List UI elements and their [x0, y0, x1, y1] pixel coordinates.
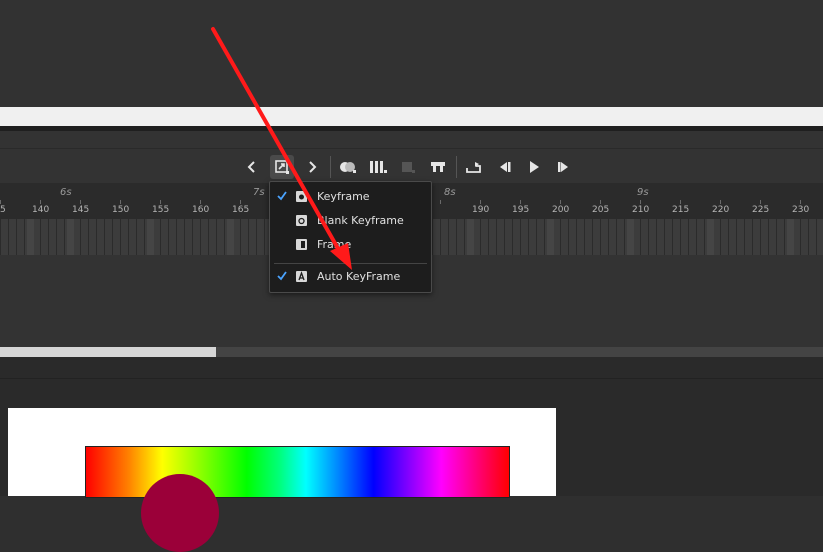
disabled-tool-button[interactable]	[396, 155, 420, 179]
keyframe-cell[interactable]	[227, 219, 234, 255]
menu-item-label: Auto KeyFrame	[317, 270, 401, 283]
ruler-frame-number: 5	[0, 205, 6, 215]
multiple-frames-icon	[370, 161, 387, 173]
step-forward-button[interactable]	[552, 155, 576, 179]
onion-skin-button[interactable]	[336, 155, 360, 179]
keyframe-icon	[296, 191, 307, 202]
ruler-tick	[80, 200, 81, 204]
ruler-frame-number: 145	[72, 205, 90, 215]
loop-button[interactable]	[462, 155, 486, 179]
center-frame-icon	[431, 162, 445, 172]
chevron-left-icon	[247, 161, 255, 173]
play-button[interactable]	[522, 155, 546, 179]
ruler-tick	[200, 200, 201, 204]
ruler-tick	[240, 200, 241, 204]
keyframe-cell[interactable]	[547, 219, 554, 255]
ruler-frame-number: 165	[232, 205, 250, 215]
ruler-frame-number: 225	[752, 205, 770, 215]
menu-item-label: Keyframe	[317, 190, 370, 203]
step-back-icon	[500, 162, 511, 172]
menu-item-frame[interactable]: Frame	[270, 233, 431, 257]
keyframe-dropdown-menu: Keyframe Blank Keyframe Frame Auto KeyFr…	[269, 181, 432, 293]
stage-divider	[0, 378, 823, 379]
ruler-second-label: 9s	[637, 187, 649, 198]
chevron-right-icon	[309, 161, 317, 173]
step-back-button[interactable]	[492, 155, 516, 179]
ruler-tick	[720, 200, 721, 204]
ruler-tick	[600, 200, 601, 204]
next-keyframe-button[interactable]	[300, 155, 324, 179]
ruler-frame-number: 220	[712, 205, 730, 215]
ruler-frame-number: 190	[472, 205, 490, 215]
menu-item-label: Blank Keyframe	[317, 214, 404, 227]
previous-keyframe-button[interactable]	[240, 155, 264, 179]
center-frame-button[interactable]	[426, 155, 450, 179]
keyframe-cell[interactable]	[27, 219, 34, 255]
ruler-tick	[680, 200, 681, 204]
checkmark-icon	[277, 271, 287, 281]
ruler-frame-number: 150	[112, 205, 130, 215]
ruler-tick	[160, 200, 161, 204]
keyframe-cell[interactable]	[787, 219, 794, 255]
onion-skin-icon	[340, 162, 356, 173]
auto-keyframe-icon	[296, 271, 307, 282]
ruler-tick	[800, 200, 801, 204]
ruler-second-label: 7s	[253, 187, 265, 198]
keyframe-cell[interactable]	[707, 219, 714, 255]
ruler-frame-number: 230	[792, 205, 810, 215]
blank-keyframe-icon	[296, 215, 307, 226]
ruler-tick	[120, 200, 121, 204]
ruler-tick	[480, 200, 481, 204]
checkmark-icon	[277, 191, 287, 201]
ruler-tick	[440, 200, 441, 204]
toolbar-divider	[330, 156, 331, 178]
ruler-second-label: 6s	[60, 187, 72, 198]
ruler-frame-number: 200	[552, 205, 570, 215]
toolbar-divider	[456, 156, 457, 178]
menu-item-blank-keyframe[interactable]: Blank Keyframe	[270, 209, 431, 233]
ruler-frame-number: 205	[592, 205, 610, 215]
ruler-frame-number: 160	[192, 205, 210, 215]
insert-keyframe-button[interactable]	[270, 155, 294, 179]
play-icon	[530, 161, 539, 173]
ruler-frame-number: 140	[32, 205, 50, 215]
menu-item-label: Frame	[317, 238, 352, 251]
menu-item-keyframe[interactable]: Keyframe	[270, 185, 431, 209]
ruler-tick	[0, 200, 1, 204]
red-circle-shape[interactable]	[141, 474, 219, 552]
ruler-tick	[640, 200, 641, 204]
stage-header-strip	[0, 107, 823, 126]
ruler-tick	[560, 200, 561, 204]
menu-item-auto-keyframe[interactable]: Auto KeyFrame	[270, 265, 431, 289]
toolbar-separator	[0, 148, 823, 149]
keyframe-cell[interactable]	[467, 219, 474, 255]
ruler-tick	[760, 200, 761, 204]
ruler-tick	[40, 200, 41, 204]
step-forward-icon	[558, 162, 568, 172]
scrollbar-thumb[interactable]	[0, 347, 216, 357]
ruler-frame-number: 195	[512, 205, 530, 215]
top-panel	[0, 0, 823, 107]
loop-icon	[466, 162, 481, 173]
frame-tool-icon	[402, 162, 415, 173]
ruler-frame-number: 210	[632, 205, 650, 215]
menu-divider	[274, 263, 427, 264]
keyframe-cell[interactable]	[627, 219, 634, 255]
keyframe-cell[interactable]	[67, 219, 74, 255]
edit-multiple-frames-button[interactable]	[366, 155, 390, 179]
ruler-second-label: 8s	[444, 187, 456, 198]
ruler-frame-number: 155	[152, 205, 170, 215]
keyframe-cell[interactable]	[147, 219, 154, 255]
ruler-frame-number: 215	[672, 205, 690, 215]
keyframe-insert-icon	[275, 160, 289, 174]
ruler-tick	[520, 200, 521, 204]
frame-icon	[296, 239, 307, 250]
